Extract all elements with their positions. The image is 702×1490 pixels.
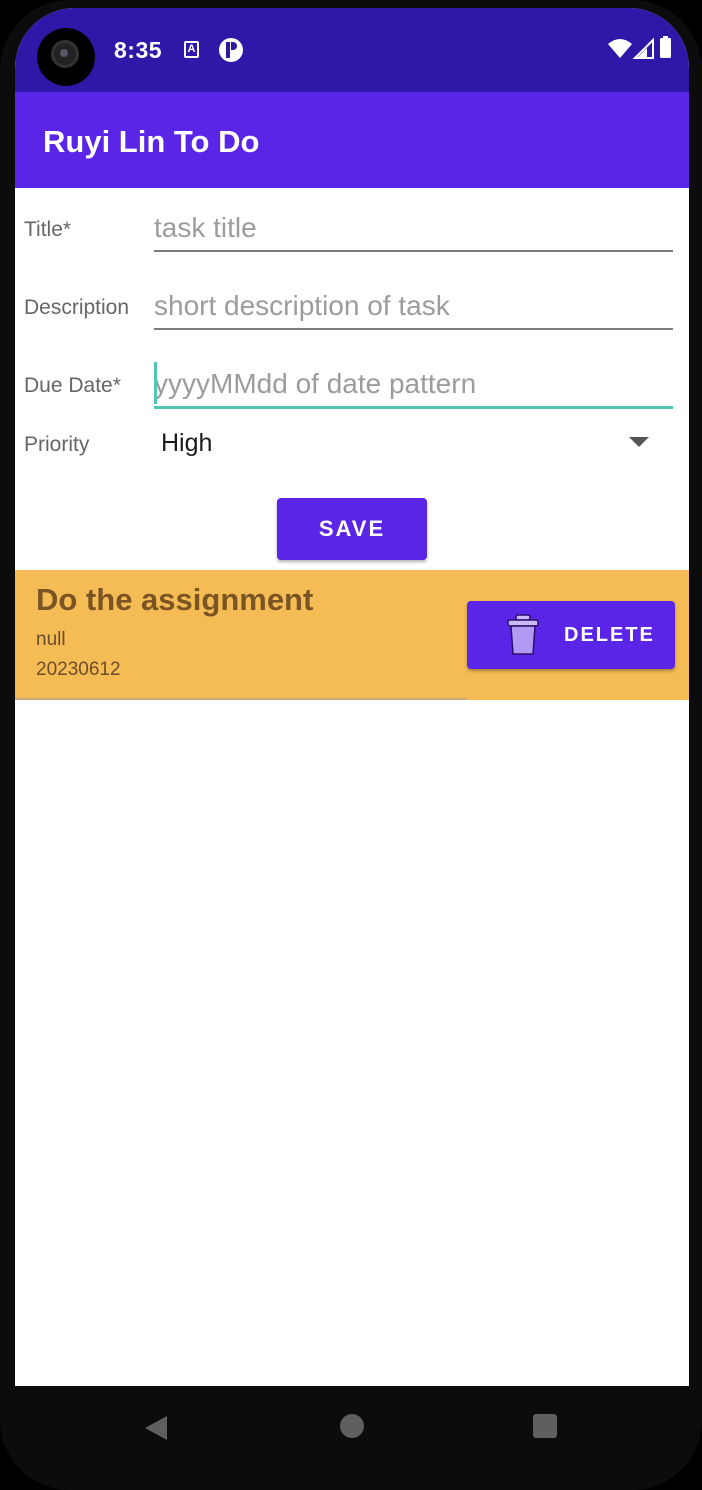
status-bar: 8:35 A (15, 8, 689, 92)
due-date-input[interactable] (154, 362, 673, 409)
dropdown-arrow-icon[interactable] (629, 437, 649, 447)
status-time: 8:35 (114, 37, 163, 63)
description-label: Description (24, 296, 130, 319)
title-input[interactable] (154, 206, 673, 252)
title-label: Title* (24, 218, 72, 241)
wifi-icon (608, 39, 632, 58)
task-divider (15, 698, 467, 700)
task-due-date: 20230612 (36, 659, 121, 680)
camera-cutout (37, 28, 95, 86)
description-row: Description (15, 276, 689, 340)
trash-icon (507, 614, 539, 655)
priority-row[interactable]: Priority High (15, 424, 689, 484)
app-bar: Ruyi Lin To Do (15, 92, 689, 188)
app-title: Ruyi Lin To Do (43, 124, 260, 159)
app-screen: 8:35 A Ruyi Lin To Do Title* Description… (15, 8, 689, 1386)
priority-label: Priority (24, 433, 90, 456)
navigation-bar (0, 1386, 702, 1490)
recents-icon[interactable] (533, 1414, 557, 1438)
battery-icon (660, 38, 671, 58)
due-date-label: Due Date* (24, 374, 121, 397)
task-description: null (36, 629, 66, 650)
title-row: Title* (15, 198, 689, 262)
description-input[interactable] (154, 284, 673, 330)
system-status-icons (608, 36, 671, 59)
delete-button-label: DELETE (564, 624, 655, 646)
delete-button[interactable]: DELETE (467, 601, 675, 669)
priority-select-value[interactable]: High (161, 429, 212, 458)
home-icon[interactable] (340, 1414, 364, 1438)
a-notification-icon: A (184, 41, 199, 58)
due-date-row: Due Date* (15, 354, 689, 418)
back-icon[interactable] (143, 1414, 169, 1442)
p-notification-icon (219, 38, 243, 62)
task-row[interactable]: Do the assignment null 20230612 DELETE (15, 570, 689, 700)
text-cursor (154, 362, 157, 404)
device-frame: 8:35 A Ruyi Lin To Do Title* Description… (0, 0, 702, 1490)
save-button[interactable]: SAVE (277, 498, 427, 560)
task-title: Do the assignment (36, 582, 314, 617)
